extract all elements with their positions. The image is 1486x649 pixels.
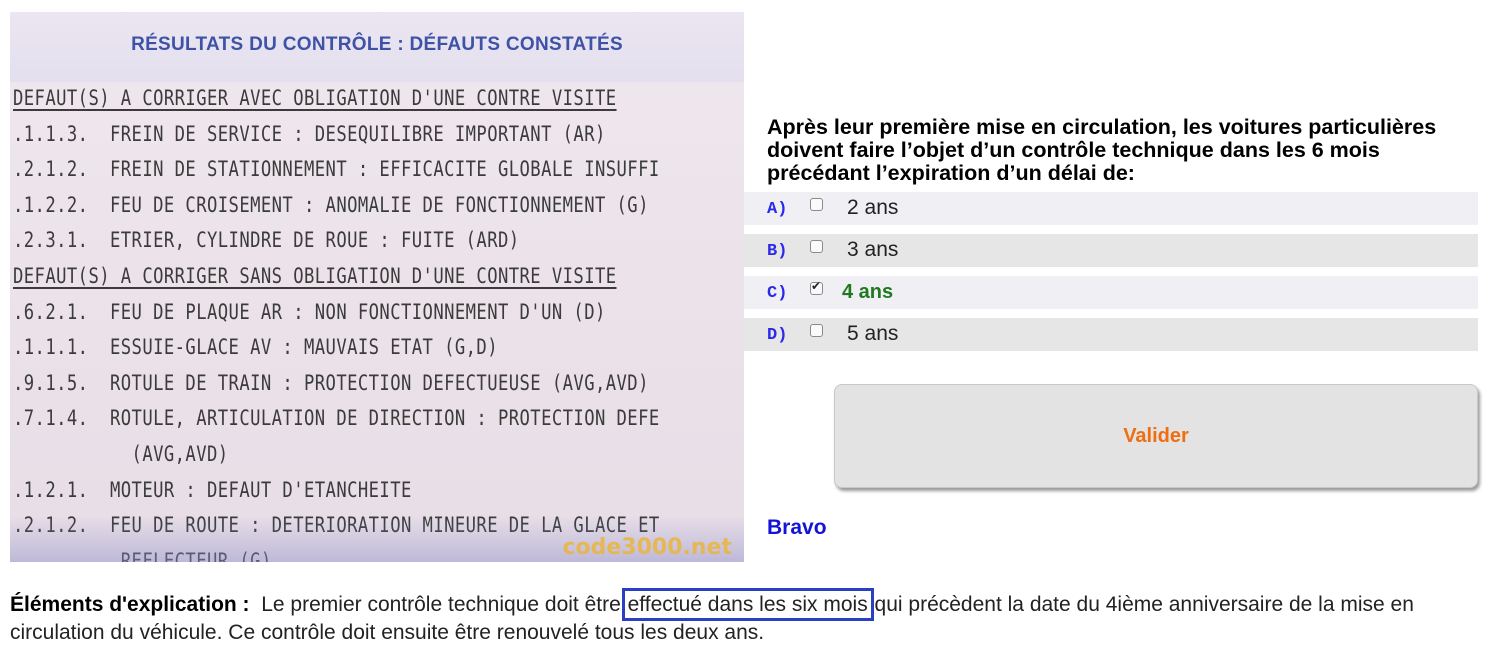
answer-option-c[interactable]: C) 4 ans bbox=[744, 276, 1478, 309]
explanation-paragraph: Éléments d'explication : Le premier cont… bbox=[10, 588, 1450, 647]
answer-b-checkbox[interactable] bbox=[810, 240, 823, 253]
report-section-header: DEFAUT(S) A CORRIGER SANS OBLIGATION D'U… bbox=[13, 264, 617, 288]
report-defect-line: (AVG,AVD) bbox=[13, 442, 229, 466]
answer-label: 3 ans bbox=[847, 238, 899, 261]
answer-letter: A) bbox=[767, 200, 788, 219]
answer-d-checkbox[interactable] bbox=[810, 324, 823, 337]
control-report-photo: RÉSULTATS DU CONTRÔLE : DÉFAUTS CONSTATÉ… bbox=[10, 12, 744, 562]
report-defect-line: .1.1.1. ESSUIE-GLACE AV : MAUVAIS ETAT (… bbox=[13, 335, 498, 360]
highlighted-phrase: effectué dans les six mois bbox=[621, 588, 874, 621]
explanation-text-before: Le premier contrôle technique doit être bbox=[261, 593, 621, 616]
report-defect-line: .2.1.2. FREIN DE STATIONNEMENT : EFFICAC… bbox=[13, 157, 660, 182]
question-text: Après leur première mise en circulation,… bbox=[767, 115, 1437, 185]
answer-letter: B) bbox=[767, 242, 788, 261]
answer-c-checkbox[interactable] bbox=[810, 279, 823, 295]
explanation-label: Éléments d'explication : bbox=[10, 593, 250, 616]
report-defect-line: .7.1.4. ROTULE, ARTICULATION DE DIRECTIO… bbox=[13, 406, 660, 431]
report-defect-line: .1.2.1. MOTEUR : DEFAUT D'ETANCHEITE bbox=[13, 477, 412, 502]
report-defect-line: .6.2.1. FEU DE PLAQUE AR : NON FONCTIONN… bbox=[13, 299, 606, 324]
answer-letter: C) bbox=[767, 284, 788, 303]
answer-label: 2 ans bbox=[847, 196, 899, 219]
watermark-logo: code3000.net bbox=[562, 535, 732, 560]
correct-answer-label: 4 ans bbox=[842, 281, 894, 303]
report-section-header: DEFAUT(S) A CORRIGER AVEC OBLIGATION D'U… bbox=[13, 86, 617, 110]
report-defect-line: .9.1.5. ROTULE DE TRAIN : PROTECTION DEF… bbox=[13, 370, 649, 395]
report-title: RÉSULTATS DU CONTRÔLE : DÉFAUTS CONSTATÉ… bbox=[131, 34, 623, 55]
answer-option-a[interactable]: A) 2 ans bbox=[744, 192, 1478, 225]
answer-a-checkbox[interactable] bbox=[810, 198, 823, 211]
answer-option-b[interactable]: B) 3 ans bbox=[744, 234, 1478, 267]
report-defect-line: .1.1.3. FREIN DE SERVICE : DESEQUILIBRE … bbox=[13, 121, 606, 146]
answer-option-d[interactable]: D) 5 ans bbox=[744, 318, 1478, 351]
answer-label: 5 ans bbox=[847, 322, 899, 345]
report-defect-line: .2.3.1. ETRIER, CYLINDRE DE ROUE : FUITE… bbox=[13, 228, 520, 253]
validate-button[interactable]: Valider bbox=[834, 384, 1478, 488]
answer-letter: D) bbox=[767, 326, 788, 345]
report-defect-line: .1.2.2. FEU DE CROISEMENT : ANOMALIE DE … bbox=[13, 192, 649, 217]
feedback-message: Bravo bbox=[767, 516, 827, 539]
